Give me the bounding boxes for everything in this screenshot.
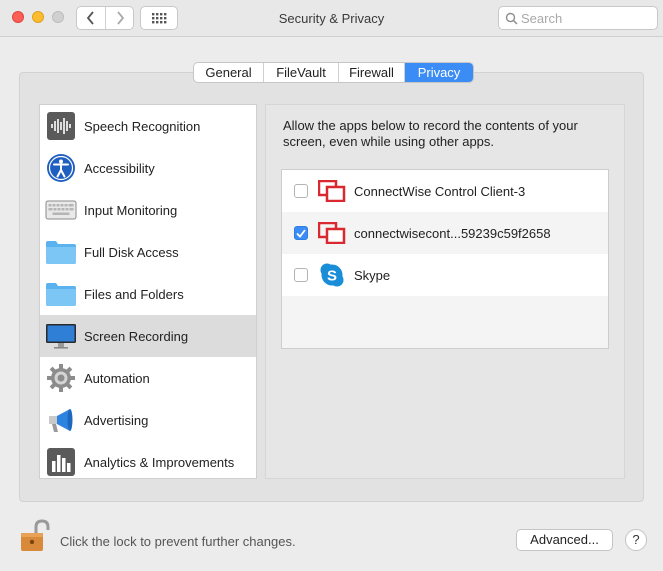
display-icon [45,320,77,352]
unlocked-padlock-icon [21,519,50,551]
sidebar-item-label: Analytics & Improvements [84,454,235,470]
checkmark-icon [296,228,306,238]
sidebar-item-analytics-and-improvements[interactable]: Analytics & Improvements [40,441,256,478]
tab-firewall[interactable]: Firewall [339,63,405,82]
sidebar-item-files-and-folders[interactable]: Files and Folders [40,273,256,315]
sidebar-item-label: Full Disk Access [84,244,179,260]
megaphone-icon [45,404,77,436]
speech-recognition-icon [45,110,77,142]
sidebar-item-label: Advertising [84,412,149,428]
folder-icon [45,278,77,310]
sidebar-item-screen-recording[interactable]: Screen Recording [40,315,256,357]
tab-general[interactable]: General [194,63,264,82]
sidebar-item-advertising[interactable]: Advertising [40,399,256,441]
sidebar-item-full-disk-access[interactable]: Full Disk Access [40,231,256,273]
list-item[interactable]: ConnectWise Control Client-3 [282,170,608,212]
sidebar-item-label: Speech Recognition [84,118,201,134]
sidebar-item-label: Screen Recording [84,328,189,344]
app-name: ConnectWise Control Client-3 [354,183,526,199]
accessibility-icon [45,152,77,184]
app-permission-checkbox[interactable] [294,184,308,198]
sidebar-item-automation[interactable]: Automation [40,357,256,399]
folder-icon [45,236,77,268]
lock-button[interactable] [18,518,52,554]
search-icon [505,12,518,25]
keyboard-icon [45,194,77,226]
tab-bar: General FileVault Firewall Privacy [193,62,474,83]
sidebar-item-label: Accessibility [84,160,155,176]
sidebar-item-label: Automation [84,370,150,386]
connectwise-icon [318,219,346,247]
app-permission-checkbox[interactable] [294,268,308,282]
search-placeholder: Search [521,11,563,26]
app-permission-list: ConnectWise Control Client-3 connectwise… [281,169,609,349]
app-name: Skype [354,267,391,283]
svg-text:S: S [327,268,337,285]
sidebar-item-input-monitoring[interactable]: Input Monitoring [40,189,256,231]
gear-icon [45,362,77,394]
connectwise-icon [318,177,346,205]
search-field[interactable]: Search [498,6,658,30]
title-bar: Security & Privacy Search [0,0,663,37]
advanced-button[interactable]: Advanced... [516,529,613,551]
bar-chart-icon [45,446,77,478]
empty-list-row [282,296,608,348]
sidebar-item-speech-recognition[interactable]: Speech Recognition [40,105,256,147]
lock-message: Click the lock to prevent further change… [60,534,296,549]
screen-recording-description: Allow the apps below to record the conte… [283,118,578,149]
sidebar-item-accessibility[interactable]: Accessibility [40,147,256,189]
help-button[interactable]: ? [625,529,647,551]
list-item[interactable]: S Skype [282,254,608,296]
app-permission-checkbox[interactable] [294,226,308,240]
app-name: connectwisecont...59239c59f2658 [354,225,551,241]
sidebar-item-label: Input Monitoring [84,202,178,218]
privacy-category-list: Speech Recognition Accessibility Input M… [39,104,257,479]
skype-icon: S [318,261,346,289]
sidebar-item-label: Files and Folders [84,286,184,302]
list-item[interactable]: connectwisecont...59239c59f2658 [282,212,608,254]
tab-filevault[interactable]: FileVault [264,63,339,82]
tab-privacy[interactable]: Privacy [405,63,473,82]
